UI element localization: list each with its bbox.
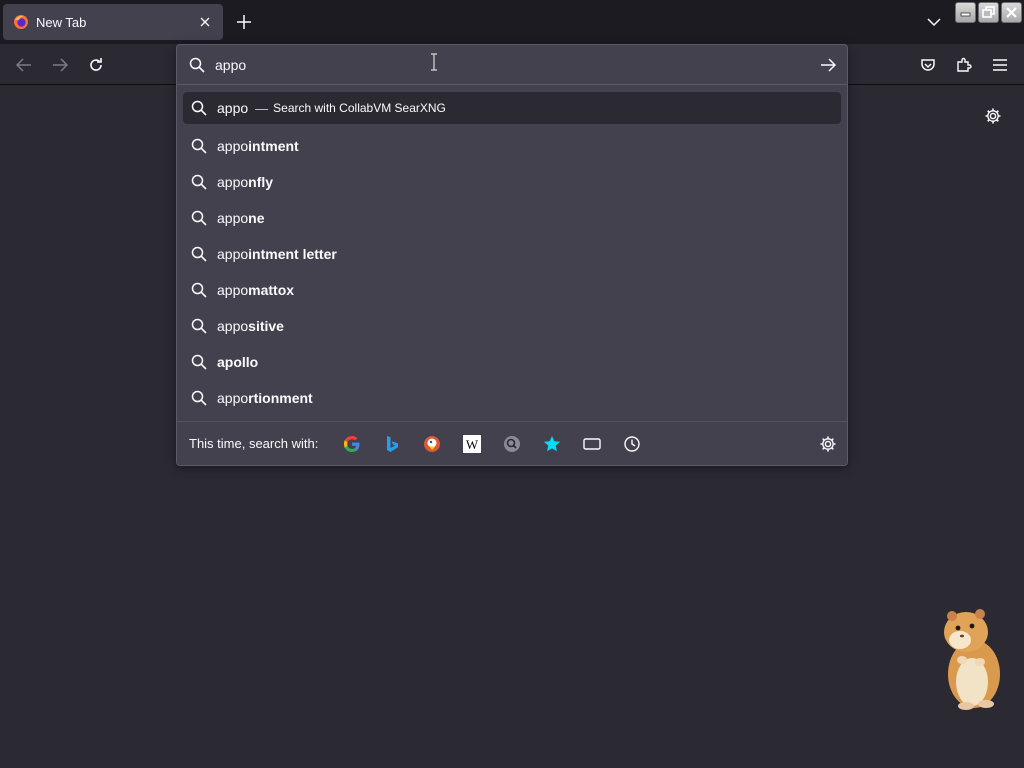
suggestion-completion: nfly: [248, 174, 274, 190]
suggestion-item[interactable]: appo rtionment: [183, 380, 841, 416]
suggestion-heuristic[interactable]: appo — Search with CollabVM SearXNG: [183, 92, 841, 124]
suggestion-prefix: appo: [217, 174, 249, 190]
menu-icon[interactable]: [989, 54, 1011, 76]
back-icon[interactable]: [13, 54, 35, 76]
search-icon: [191, 282, 207, 298]
extensions-icon[interactable]: [953, 54, 975, 76]
forward-icon[interactable]: [49, 54, 71, 76]
tabs-icon[interactable]: [572, 429, 612, 459]
separator-dash: —: [255, 100, 269, 116]
history-icon[interactable]: [612, 429, 652, 459]
suggestion-list: appo — Search with CollabVM SearXNG appo…: [183, 92, 841, 416]
search-icon: [191, 138, 207, 154]
suggestion-prefix: appo: [217, 282, 249, 298]
go-arrow-icon[interactable]: [819, 56, 837, 74]
suggestion-item[interactable]: appo nfly: [183, 164, 841, 200]
suggestion-prefix: appo: [217, 138, 249, 154]
suggestion-completion: rtionment: [248, 390, 313, 406]
suggestion-completion: intment letter: [248, 246, 337, 262]
urlbar-input[interactable]: [215, 56, 775, 73]
suggestion-prefix: appo: [217, 390, 249, 406]
duckduckgo-icon[interactable]: [412, 429, 452, 459]
search-icon: [191, 174, 207, 190]
searxng-icon[interactable]: [492, 429, 532, 459]
page-settings-gear-icon[interactable]: [984, 107, 1002, 125]
suggestion-item[interactable]: appo intment: [183, 128, 841, 164]
svg-text:W: W: [466, 437, 479, 452]
suggestion-completion: intment: [248, 138, 299, 154]
suggestion-item[interactable]: apollo: [183, 344, 841, 380]
hamster-image: [944, 609, 1000, 710]
chevron-down-icon[interactable]: [925, 13, 943, 31]
suggestion-item[interactable]: appo mattox: [183, 272, 841, 308]
google-icon[interactable]: [332, 429, 372, 459]
restore-icon[interactable]: [978, 2, 999, 23]
suggestion-action: Search with CollabVM SearXNG: [273, 101, 446, 115]
search-icon: [191, 354, 207, 370]
search-icon: [191, 318, 207, 334]
search-settings-gear-icon[interactable]: [819, 435, 837, 453]
text-cursor-icon: [431, 53, 437, 71]
suggestion-typed: appo: [217, 100, 249, 116]
suggestion-item[interactable]: appo intment letter: [183, 236, 841, 272]
wikipedia-icon[interactable]: W: [452, 429, 492, 459]
suggestion-prefix: appo: [217, 210, 249, 226]
suggestion-item[interactable]: appo sitive: [183, 308, 841, 344]
firefox-icon: [13, 14, 29, 30]
tab-title: New Tab: [36, 14, 87, 30]
suggestion-prefix: appo: [217, 246, 249, 262]
suggestion-completion: mattox: [248, 282, 295, 298]
bing-icon[interactable]: [372, 429, 412, 459]
search-icon: [191, 246, 207, 262]
suggestion-item[interactable]: appo ne: [183, 200, 841, 236]
tab-strip: New Tab: [0, 0, 1024, 44]
one-off-label: This time, search with:: [189, 436, 319, 451]
suggestion-completion: apollo: [217, 354, 259, 370]
reload-icon[interactable]: [85, 54, 107, 76]
urlbar-popup: appo — Search with CollabVM SearXNG appo…: [176, 44, 848, 466]
suggestion-prefix: appo: [217, 318, 249, 334]
suggestion-completion: ne: [248, 210, 265, 226]
close-icon[interactable]: [197, 14, 213, 30]
minimize-icon[interactable]: [955, 2, 976, 23]
one-off-search-bar: This time, search with: W: [177, 421, 847, 465]
urlbar: [177, 45, 847, 85]
pocket-icon[interactable]: [917, 54, 939, 76]
suggestion-completion: sitive: [248, 318, 284, 334]
close-window-icon[interactable]: [1001, 2, 1022, 23]
search-icon: [191, 210, 207, 226]
bookmarks-icon[interactable]: [532, 429, 572, 459]
search-icon: [191, 100, 207, 116]
search-icon: [191, 390, 207, 406]
plus-icon[interactable]: [234, 12, 254, 32]
search-icon: [189, 57, 205, 73]
tab-new-tab[interactable]: New Tab: [3, 4, 223, 40]
